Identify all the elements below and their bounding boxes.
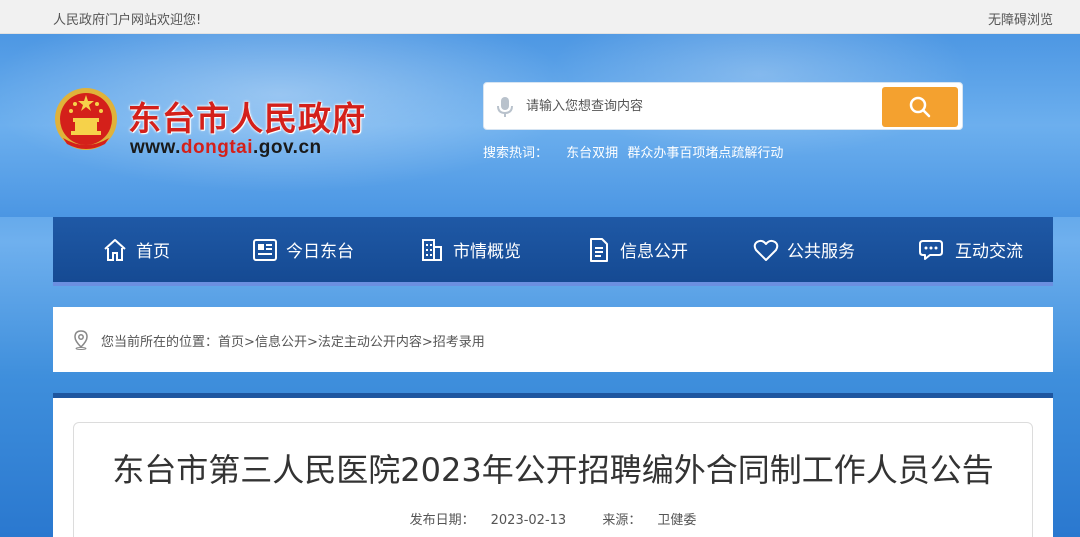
home-icon — [104, 238, 126, 261]
publish-date: 发布日期： 2023-02-13 — [402, 513, 575, 528]
nav-item-service[interactable]: 公共服务 — [721, 217, 887, 282]
url-suffix: .gov.cn — [253, 137, 322, 158]
site-url[interactable]: www.dongtai.gov.cn — [130, 137, 322, 159]
search-icon — [909, 96, 931, 118]
article-meta: 发布日期： 2023-02-13 来源： 卫健委 — [74, 509, 1032, 528]
nav-underline — [53, 282, 1053, 286]
document-icon — [590, 237, 608, 262]
breadcrumb-separator: > — [421, 335, 433, 350]
nav-label: 公共服务 — [787, 242, 855, 262]
hot-words: 搜索热词： 东台双拥 群众办事百项堵点疏解行动 — [483, 142, 788, 161]
article-title: 东台市第三人民医院2023年公开招聘编外合同制工作人员公告 — [112, 451, 994, 489]
microphone-icon[interactable] — [496, 96, 514, 118]
nav-label: 互动交流 — [955, 242, 1023, 262]
building-icon — [422, 238, 442, 261]
breadcrumb-item[interactable]: 首页 — [218, 335, 244, 350]
publish-date-value: 2023-02-13 — [490, 513, 567, 528]
welcome-text: 人民政府门户网站欢迎您! — [53, 13, 202, 28]
nav-label: 首页 — [136, 242, 170, 262]
nav-item-home[interactable]: 首页 — [53, 217, 219, 282]
breadcrumb-item[interactable]: 招考录用 — [433, 335, 485, 350]
breadcrumb-separator: > — [244, 335, 255, 350]
article-source: 来源： 卫健委 — [594, 513, 704, 528]
source-value: 卫健委 — [657, 513, 697, 528]
accessibility-link[interactable]: 无障碍浏览 — [988, 9, 1053, 28]
breadcrumb: 您当前所在的位置：首页>信息公开>法定主动公开内容>招考录用 — [101, 331, 485, 350]
header-banner: 东台市人民政府 www.dongtai.gov.cn 搜索热词： 东台双拥 群众… — [0, 34, 1080, 217]
article-card: 东台市第三人民医院2023年公开招聘编外合同制工作人员公告 发布日期： 2023-… — [73, 422, 1033, 537]
breadcrumb-prefix: 您当前所在的位置： — [101, 335, 219, 350]
location-pin-icon — [74, 330, 88, 350]
national-emblem-icon — [55, 88, 117, 150]
breadcrumb-bar: 您当前所在的位置：首页>信息公开>法定主动公开内容>招考录用 — [53, 307, 1053, 372]
breadcrumb-item[interactable]: 法定主动公开内容 — [318, 335, 422, 350]
top-bar: 人民政府门户网站欢迎您! 无障碍浏览 — [0, 0, 1080, 34]
site-title[interactable]: 东台市人民政府 — [128, 92, 366, 140]
nav-item-interact[interactable]: 互动交流 — [888, 217, 1054, 282]
nav-label: 今日东台 — [286, 242, 354, 262]
url-accent: dongtai — [180, 137, 254, 158]
breadcrumb-item[interactable]: 信息公开 — [255, 335, 307, 350]
content-area: 东台市第三人民医院2023年公开招聘编外合同制工作人员公告 发布日期： 2023-… — [53, 393, 1053, 537]
url-prefix: www. — [130, 137, 181, 158]
hot-word[interactable]: 东台双拥 — [566, 146, 618, 161]
search-input[interactable] — [526, 91, 876, 121]
chat-icon — [919, 239, 943, 260]
newspaper-icon — [253, 238, 277, 261]
heart-icon — [753, 239, 779, 261]
nav-label: 信息公开 — [620, 242, 688, 262]
breadcrumb-separator: > — [306, 335, 318, 350]
hot-words-label: 搜索热词： — [483, 146, 549, 161]
publish-date-label: 发布日期： — [409, 513, 475, 528]
search-button[interactable] — [882, 87, 958, 127]
nav-item-today[interactable]: 今日东台 — [220, 217, 386, 282]
source-label: 来源： — [602, 513, 642, 528]
nav-item-overview[interactable]: 市情概览 — [387, 217, 553, 282]
search-box — [483, 82, 963, 130]
hot-word[interactable]: 群众办事百项堵点疏解行动 — [627, 146, 783, 161]
nav-label: 市情概览 — [453, 242, 521, 262]
main-nav: 首页 今日东台 市情概览 信息公开 公共服务 互动交流 — [53, 217, 1053, 282]
nav-item-info[interactable]: 信息公开 — [554, 217, 720, 282]
